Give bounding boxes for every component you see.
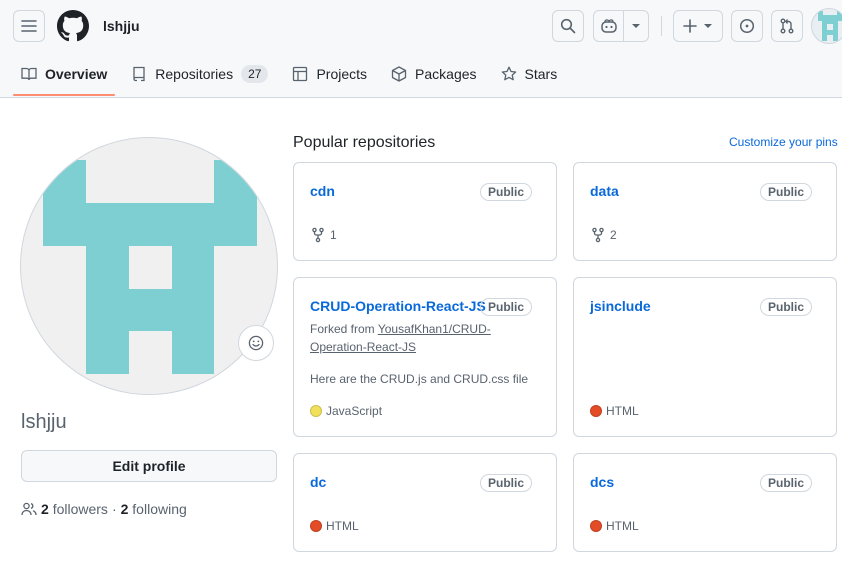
- chevron-down-icon: [632, 24, 640, 28]
- forked-source-link-cont[interactable]: Operation-React-JS: [310, 340, 416, 354]
- set-status-button[interactable]: [238, 325, 274, 361]
- copilot-button[interactable]: [594, 11, 624, 41]
- repo-language: HTML: [590, 404, 639, 418]
- repo-name-link[interactable]: data: [590, 183, 619, 199]
- table-icon: [293, 66, 308, 82]
- follow-separator: ·: [111, 501, 117, 517]
- copilot-dropdown-button[interactable]: [624, 11, 648, 41]
- smiley-icon: [248, 335, 264, 351]
- header-username[interactable]: lshjju: [103, 18, 140, 34]
- repo-name-link[interactable]: dc: [310, 474, 326, 490]
- forks-link[interactable]: 2: [590, 227, 617, 243]
- repo-description: Here are the CRUD.js and CRUD.css file: [310, 372, 529, 386]
- create-new-button[interactable]: [673, 10, 723, 42]
- tab-label: Overview: [45, 66, 108, 82]
- language-color-dot: [310, 405, 322, 417]
- repo-name-link[interactable]: jsinclude: [590, 298, 651, 314]
- tab-projects[interactable]: Projects: [284, 58, 375, 90]
- tab-label: Projects: [316, 66, 368, 82]
- visibility-badge: Public: [479, 474, 532, 492]
- repo-card: jsinclude Public HTML: [573, 277, 837, 437]
- popular-repositories-title: Popular repositories: [293, 134, 436, 151]
- tab-packages[interactable]: Packages: [383, 58, 484, 90]
- tab-label: Repositories: [155, 66, 234, 82]
- identicon-avatar-icon: [818, 11, 842, 43]
- tab-label: Stars: [524, 66, 558, 82]
- repo-card: CRUD-Operation-React-JS Public Forked fr…: [293, 277, 557, 437]
- visibility-badge: Public: [759, 474, 812, 492]
- profile-username: lshjju: [21, 411, 67, 433]
- visibility-badge: Public: [479, 183, 532, 201]
- visibility-badge: Public: [759, 183, 812, 201]
- issue-icon: [739, 18, 755, 34]
- pull-requests-button[interactable]: [771, 10, 803, 42]
- profile-tabs: Overview Repositories 27 Projects Packag…: [13, 58, 573, 98]
- book-icon: [21, 67, 37, 81]
- edit-profile-button[interactable]: Edit profile: [21, 450, 277, 482]
- repo-card: data Public 2: [573, 162, 837, 261]
- copilot-icon: [600, 19, 617, 33]
- search-icon: [560, 18, 576, 34]
- hamburger-icon: [21, 20, 37, 32]
- copilot-button-group: [593, 10, 649, 42]
- language-name: JavaScript: [326, 404, 383, 418]
- language-name: HTML: [606, 404, 639, 418]
- repo-card: cdn Public 1: [293, 162, 557, 261]
- forks-link[interactable]: 1: [310, 227, 337, 243]
- profile-avatar[interactable]: [20, 137, 278, 395]
- tab-label: Packages: [415, 66, 477, 82]
- pull-request-icon: [780, 18, 794, 34]
- identicon-avatar-icon: [43, 160, 257, 394]
- star-icon: [501, 66, 516, 81]
- forked-from-text: Forked from YousafKhan1/CRUD- Operation-R…: [310, 320, 510, 356]
- forks-count: 1: [330, 228, 337, 242]
- visibility-badge: Public: [759, 298, 812, 316]
- tab-overview[interactable]: Overview: [13, 58, 116, 96]
- following-count: 2: [120, 501, 129, 517]
- forks-count: 2: [610, 228, 617, 242]
- language-name: HTML: [606, 519, 639, 533]
- fork-icon: [592, 227, 604, 243]
- repo-language: JavaScript: [310, 404, 382, 418]
- repo-language: HTML: [310, 519, 359, 533]
- hamburger-menu-button[interactable]: [13, 10, 45, 42]
- forked-source-link[interactable]: YousafKhan1/CRUD-: [378, 322, 491, 336]
- repo-card: dc Public HTML: [293, 453, 557, 552]
- followers-label: followers: [52, 501, 108, 517]
- language-color-dot: [590, 520, 602, 532]
- repositories-count-badge: 27: [241, 65, 269, 83]
- following-link[interactable]: 2 following: [121, 501, 187, 517]
- header-divider: [661, 16, 662, 36]
- repo-icon: [133, 66, 145, 82]
- search-button[interactable]: [552, 10, 584, 42]
- repo-name-link[interactable]: cdn: [310, 183, 335, 199]
- github-logo-icon[interactable]: [57, 10, 89, 42]
- language-color-dot: [310, 520, 322, 532]
- repo-name-link[interactable]: dcs: [590, 474, 614, 490]
- chevron-down-icon: [704, 24, 712, 28]
- fork-icon: [312, 227, 324, 243]
- followers-link[interactable]: 2 followers: [41, 501, 108, 517]
- people-icon: [21, 502, 37, 516]
- repo-language: HTML: [590, 519, 639, 533]
- repo-card: dcs Public HTML: [573, 453, 837, 552]
- customize-pins-link[interactable]: Customize your pins: [729, 135, 838, 149]
- tab-stars[interactable]: Stars: [493, 58, 566, 90]
- tab-repositories[interactable]: Repositories 27: [123, 58, 276, 90]
- issues-button[interactable]: [731, 10, 763, 42]
- following-label: following: [132, 501, 187, 517]
- repo-name-link[interactable]: CRUD-Operation-React-JS: [310, 298, 486, 314]
- package-icon: [391, 66, 407, 82]
- visibility-badge: Public: [479, 298, 532, 316]
- language-name: HTML: [326, 519, 359, 533]
- plus-icon: [683, 19, 697, 33]
- user-avatar[interactable]: [811, 8, 842, 44]
- top-header: lshjju Overview Repositories 27 Projects…: [0, 0, 842, 98]
- language-color-dot: [590, 405, 602, 417]
- follow-stats: 2 followers · 2 following: [21, 501, 187, 517]
- followers-count: 2: [41, 501, 49, 517]
- forked-prefix: Forked from: [310, 322, 378, 336]
